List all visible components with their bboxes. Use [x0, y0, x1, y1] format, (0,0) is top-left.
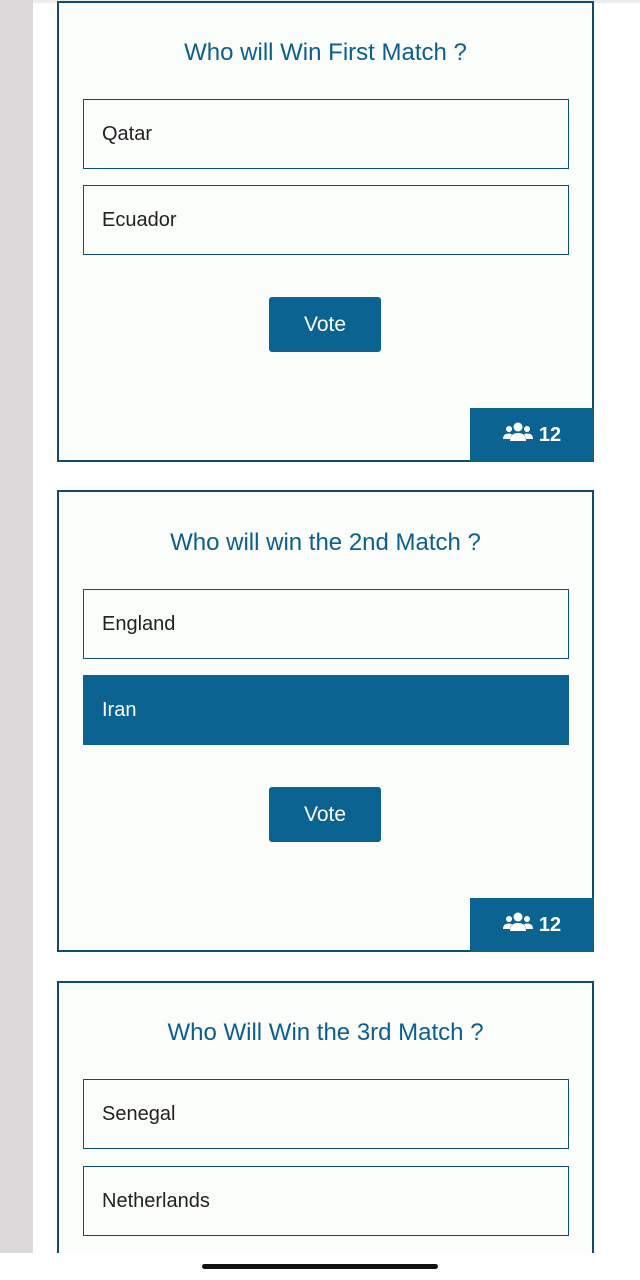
option-label: Ecuador	[102, 208, 177, 231]
poll-card-3: Who Will Win the 3rd Match ? Senegal Net…	[57, 981, 594, 1253]
vote-count: 12	[538, 913, 562, 936]
users-icon	[502, 421, 533, 449]
option-label: Netherlands	[102, 1189, 210, 1212]
poll-option-ecuador[interactable]: Ecuador	[83, 185, 569, 255]
poll-option-senegal[interactable]: Senegal	[83, 1079, 569, 1149]
poll-option-qatar[interactable]: Qatar	[83, 99, 569, 169]
poll-card-1: Who will Win First Match ? Qatar Ecuador…	[57, 1, 594, 462]
vote-button[interactable]: Vote	[269, 297, 381, 352]
poll-question: Who will Win First Match ?	[184, 39, 467, 66]
option-label: Qatar	[102, 122, 153, 145]
option-label: England	[102, 612, 176, 635]
poll-option-iran[interactable]: Iran	[83, 675, 569, 745]
option-label: Iran	[102, 698, 137, 721]
vote-count-badge: 12	[470, 408, 594, 462]
left-edge-strip	[0, 0, 33, 1253]
poll-question: Who will win the 2nd Match ?	[170, 529, 481, 556]
vote-count: 12	[538, 423, 562, 446]
option-label: Senegal	[102, 1102, 176, 1125]
poll-list: Who will Win First Match ? Qatar Ecuador…	[33, 0, 640, 1253]
poll-option-england[interactable]: England	[83, 589, 569, 659]
vote-count-badge: 12	[470, 898, 594, 952]
poll-option-netherlands[interactable]: Netherlands	[83, 1166, 569, 1236]
poll-question: Who Will Win the 3rd Match ?	[167, 1019, 484, 1046]
poll-card-2: Who will win the 2nd Match ? England Ira…	[57, 490, 594, 952]
vote-button[interactable]: Vote	[269, 787, 381, 842]
home-indicator[interactable]	[202, 1264, 438, 1269]
users-icon	[502, 911, 533, 939]
